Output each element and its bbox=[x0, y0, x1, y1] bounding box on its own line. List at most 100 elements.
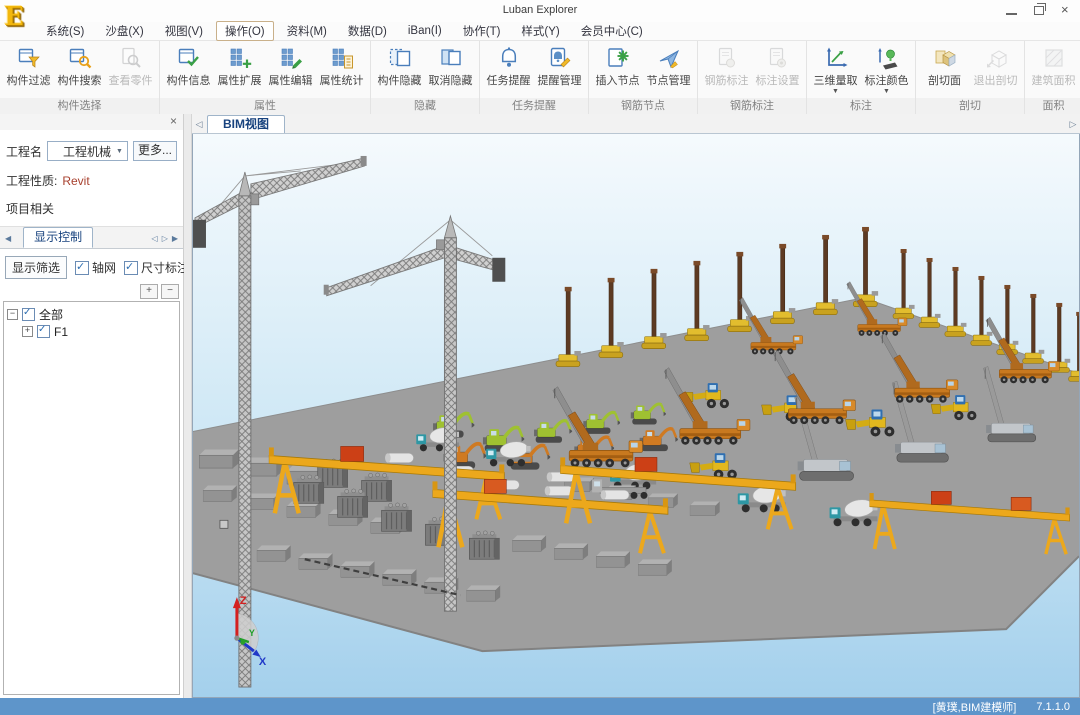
checkbox-icon[interactable] bbox=[124, 261, 138, 275]
ribbon-group-task-remind: 任务提醒 提醒管理 任务提醒 bbox=[480, 41, 589, 114]
tree-item-all[interactable]: − 全部 bbox=[7, 306, 176, 323]
ribbon-group-section: 剖切面 退出剖切 剖切 bbox=[916, 41, 1025, 114]
restore-button[interactable] bbox=[1034, 6, 1044, 15]
component-search-button[interactable]: 构件搜索 bbox=[54, 44, 105, 88]
hide-icon bbox=[388, 46, 412, 70]
more-button[interactable]: 更多... bbox=[133, 141, 177, 161]
bim-3d-viewport[interactable]: Z X Y bbox=[192, 134, 1080, 698]
window-title: Luban Explorer bbox=[0, 4, 1080, 16]
dropdown-arrow-icon[interactable]: ▼ bbox=[883, 88, 890, 96]
task-remind-button[interactable]: 任务提醒 bbox=[483, 44, 534, 88]
project-name-row: 工程名 工程机械 ▼ 更多... bbox=[0, 141, 183, 161]
measure-3d-button[interactable]: 三维量取 ▼ bbox=[810, 44, 861, 96]
project-type-label: 工程性质: bbox=[6, 172, 57, 189]
tab-scroll-first-icon[interactable]: ◀ bbox=[3, 230, 13, 248]
expand-icon[interactable]: + bbox=[22, 326, 33, 337]
project-name-label: 工程名 bbox=[6, 143, 42, 160]
model-tree[interactable]: − 全部 + F1 bbox=[3, 301, 180, 695]
prop-extend-icon bbox=[228, 46, 252, 70]
panel-close-icon[interactable]: × bbox=[170, 114, 177, 128]
tab-bim-view[interactable]: BIM视图 bbox=[207, 115, 285, 133]
panel-header: × bbox=[0, 114, 183, 130]
filter-icon bbox=[17, 46, 41, 70]
unhide-button[interactable]: 取消隐藏 bbox=[425, 44, 476, 88]
expand-all-button[interactable]: + bbox=[140, 284, 158, 299]
dimension-checkbox[interactable]: 尺寸标注 bbox=[124, 259, 189, 276]
rebar-annotate-button[interactable]: 钢筋标注 bbox=[701, 44, 752, 88]
section-plane-button[interactable]: 剖切面 bbox=[919, 44, 970, 88]
rebar-annotate-icon bbox=[715, 46, 739, 70]
property-stats-button[interactable]: 属性统计 bbox=[316, 44, 367, 88]
unhide-icon bbox=[439, 46, 463, 70]
exit-section-button[interactable]: 退出剖切 bbox=[970, 44, 1021, 88]
dropdown-arrow-icon[interactable]: ▼ bbox=[832, 88, 839, 96]
node-manage-button[interactable]: 节点管理 bbox=[643, 44, 694, 88]
checkbox-icon[interactable] bbox=[75, 261, 89, 275]
component-info-button[interactable]: 构件信息 bbox=[163, 44, 214, 88]
menu-style[interactable]: 样式(Y) bbox=[513, 22, 567, 40]
bell-icon bbox=[497, 46, 521, 70]
panel-splitter[interactable] bbox=[184, 114, 192, 698]
view-part-icon bbox=[119, 46, 143, 70]
display-filter-button[interactable]: 显示筛选 bbox=[5, 256, 67, 279]
exit-section-icon bbox=[984, 46, 1008, 70]
ribbon-group-rebar-node: 插入节点 节点管理 钢筋节点 bbox=[589, 41, 698, 114]
ribbon-group-area: 建筑面积 面积 bbox=[1025, 41, 1080, 114]
status-version: 7.1.1.0 bbox=[1036, 701, 1070, 713]
search-icon bbox=[68, 46, 92, 70]
axis-grid-checkbox[interactable]: 轴网 bbox=[75, 259, 116, 276]
axis-grid-label: 轴网 bbox=[92, 259, 116, 276]
menu-iban[interactable]: iBan(I) bbox=[400, 24, 450, 38]
tree-item-f1[interactable]: + F1 bbox=[22, 323, 176, 340]
bim-3d-scene: Z X Y bbox=[193, 134, 1079, 697]
property-extend-button[interactable]: 属性扩展 bbox=[214, 44, 265, 88]
menu-sandbox[interactable]: 沙盘(X) bbox=[97, 22, 151, 40]
annotate-settings-button[interactable]: 标注设置 bbox=[752, 44, 803, 88]
tree-checkbox-icon[interactable] bbox=[22, 308, 35, 321]
component-filter-button[interactable]: 构件过滤 bbox=[3, 44, 54, 88]
annotation-color-icon bbox=[875, 46, 899, 70]
axis-y-label: Y bbox=[249, 628, 255, 638]
ribbon-group-rebar-annotate: 钢筋标注 标注设置 钢筋标注 bbox=[698, 41, 807, 114]
property-edit-button[interactable]: 属性编辑 bbox=[265, 44, 316, 88]
tab-scroll-left-icon[interactable]: ◁ bbox=[150, 230, 160, 248]
collapse-icon[interactable]: − bbox=[7, 309, 18, 320]
menu-bar: 系统(S) 沙盘(X) 视图(V) 操作(O) 资料(M) 数据(D) iBan… bbox=[0, 22, 1080, 41]
panel-tab-bar: ◀ 显示控制 ◁ ▷ ▶ bbox=[0, 226, 183, 249]
close-button[interactable]: × bbox=[1061, 5, 1072, 15]
project-related-row[interactable]: 项目相关 bbox=[0, 200, 183, 217]
menu-view[interactable]: 视图(V) bbox=[157, 22, 211, 40]
tab-scroll-right-icon[interactable]: ▷ bbox=[160, 230, 170, 248]
menu-system[interactable]: 系统(S) bbox=[38, 22, 92, 40]
collapse-all-button[interactable]: − bbox=[161, 284, 179, 299]
hide-component-button[interactable]: 构件隐藏 bbox=[374, 44, 425, 88]
document-tab-bar: ◁ BIM视图 ▷ bbox=[192, 114, 1080, 134]
menu-material[interactable]: 资料(M) bbox=[279, 22, 335, 40]
tree-checkbox-icon[interactable] bbox=[37, 325, 50, 338]
view-part-button[interactable]: 查看零件 bbox=[105, 44, 156, 88]
tab-display-control[interactable]: 显示控制 bbox=[23, 227, 93, 248]
tree-zoom-buttons: + − bbox=[0, 279, 183, 301]
minimize-button[interactable] bbox=[1006, 5, 1017, 15]
prop-stats-icon bbox=[330, 46, 354, 70]
menu-member-center[interactable]: 会员中心(C) bbox=[573, 22, 651, 40]
menu-operate[interactable]: 操作(O) bbox=[216, 21, 274, 41]
menu-data[interactable]: 数据(D) bbox=[340, 22, 395, 40]
project-name-select[interactable]: 工程机械 ▼ bbox=[47, 141, 128, 161]
doc-tab-scroll-left-icon[interactable]: ◁ bbox=[192, 116, 206, 133]
display-controls-row: 显示筛选 轴网 尺寸标注 bbox=[0, 249, 183, 279]
status-bar: [黄璞,BIM建模师] 7.1.1.0 bbox=[0, 698, 1080, 715]
remind-manage-button[interactable]: 提醒管理 bbox=[534, 44, 585, 88]
ribbon-group-hide: 构件隐藏 取消隐藏 隐藏 bbox=[371, 41, 480, 114]
annotation-color-button[interactable]: 标注颜色 ▼ bbox=[861, 44, 912, 96]
insert-node-button[interactable]: 插入节点 bbox=[592, 44, 643, 88]
measure-3d-icon bbox=[824, 46, 848, 70]
ribbon-group-property: 构件信息 属性扩展 属性编辑 属性统计 属性 bbox=[160, 41, 371, 114]
tab-scroll-last-icon[interactable]: ▶ bbox=[170, 230, 180, 248]
menu-collaborate[interactable]: 协作(T) bbox=[455, 22, 509, 40]
insert-node-icon bbox=[606, 46, 630, 70]
luban-logo-icon: E bbox=[4, 1, 24, 33]
document-area: ◁ BIM视图 ▷ bbox=[192, 114, 1080, 698]
building-area-button[interactable]: 建筑面积 bbox=[1028, 44, 1079, 88]
doc-tab-scroll-right-icon[interactable]: ▷ bbox=[1066, 116, 1080, 133]
